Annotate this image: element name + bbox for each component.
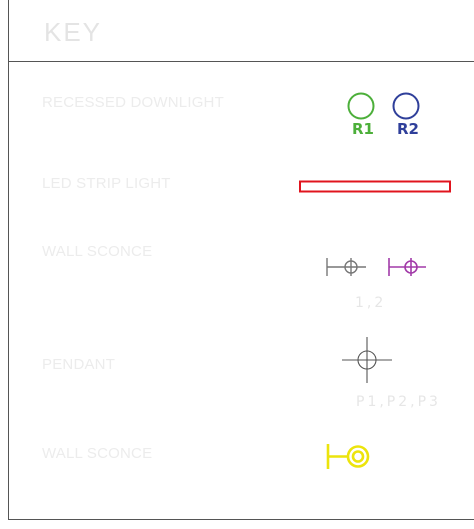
wall-sconce-magenta-icon — [388, 258, 426, 276]
led-strip-label: LED STRIP LIGHT — [42, 175, 171, 192]
recessed-downlight-symbols — [347, 92, 420, 120]
wall-sconce-2-label: WALL SCONCE — [42, 445, 153, 462]
wall-sconce-tag: 1,2 — [355, 295, 387, 311]
pendant-label: PENDANT — [42, 356, 116, 373]
header-divider — [8, 61, 474, 62]
pendant-tag: P1,P2,P3 — [356, 394, 441, 410]
pendant-icon — [342, 337, 392, 383]
led-strip-icon — [299, 180, 451, 193]
wall-sconce-label: WALL SCONCE — [42, 243, 153, 260]
wall-sconce-symbols — [326, 258, 426, 276]
downlight-r1-tag: R1 — [352, 120, 374, 138]
wall-sconce-yellow-icon — [326, 444, 370, 469]
recessed-downlight-label: RECESSED DOWNLIGHT — [42, 94, 224, 111]
wall-sconce-grey-icon — [326, 258, 366, 276]
downlight-r2-tag: R2 — [397, 120, 419, 138]
key-title: KEY — [44, 17, 103, 47]
downlight-r1-icon — [347, 92, 375, 120]
downlight-r2-icon — [392, 92, 420, 120]
